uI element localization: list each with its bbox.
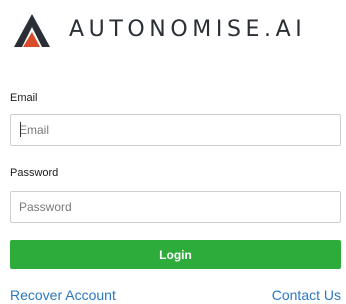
email-label: Email (10, 92, 38, 104)
brand-name: AUTONOMISE.AI (69, 17, 307, 42)
brand-logo: AUTONOMISE.AI (12, 12, 306, 48)
login-page: AUTONOMISE.AI Email Password Login Recov… (0, 0, 346, 304)
recover-account-link[interactable]: Recover Account (10, 287, 116, 303)
password-field[interactable] (10, 191, 341, 223)
password-label: Password (10, 167, 59, 179)
email-field[interactable] (10, 114, 341, 146)
text-cursor (20, 122, 21, 137)
autonomise-logo-icon (14, 14, 50, 47)
contact-us-link[interactable]: Contact Us (272, 287, 341, 303)
login-button[interactable]: Login (10, 240, 341, 269)
